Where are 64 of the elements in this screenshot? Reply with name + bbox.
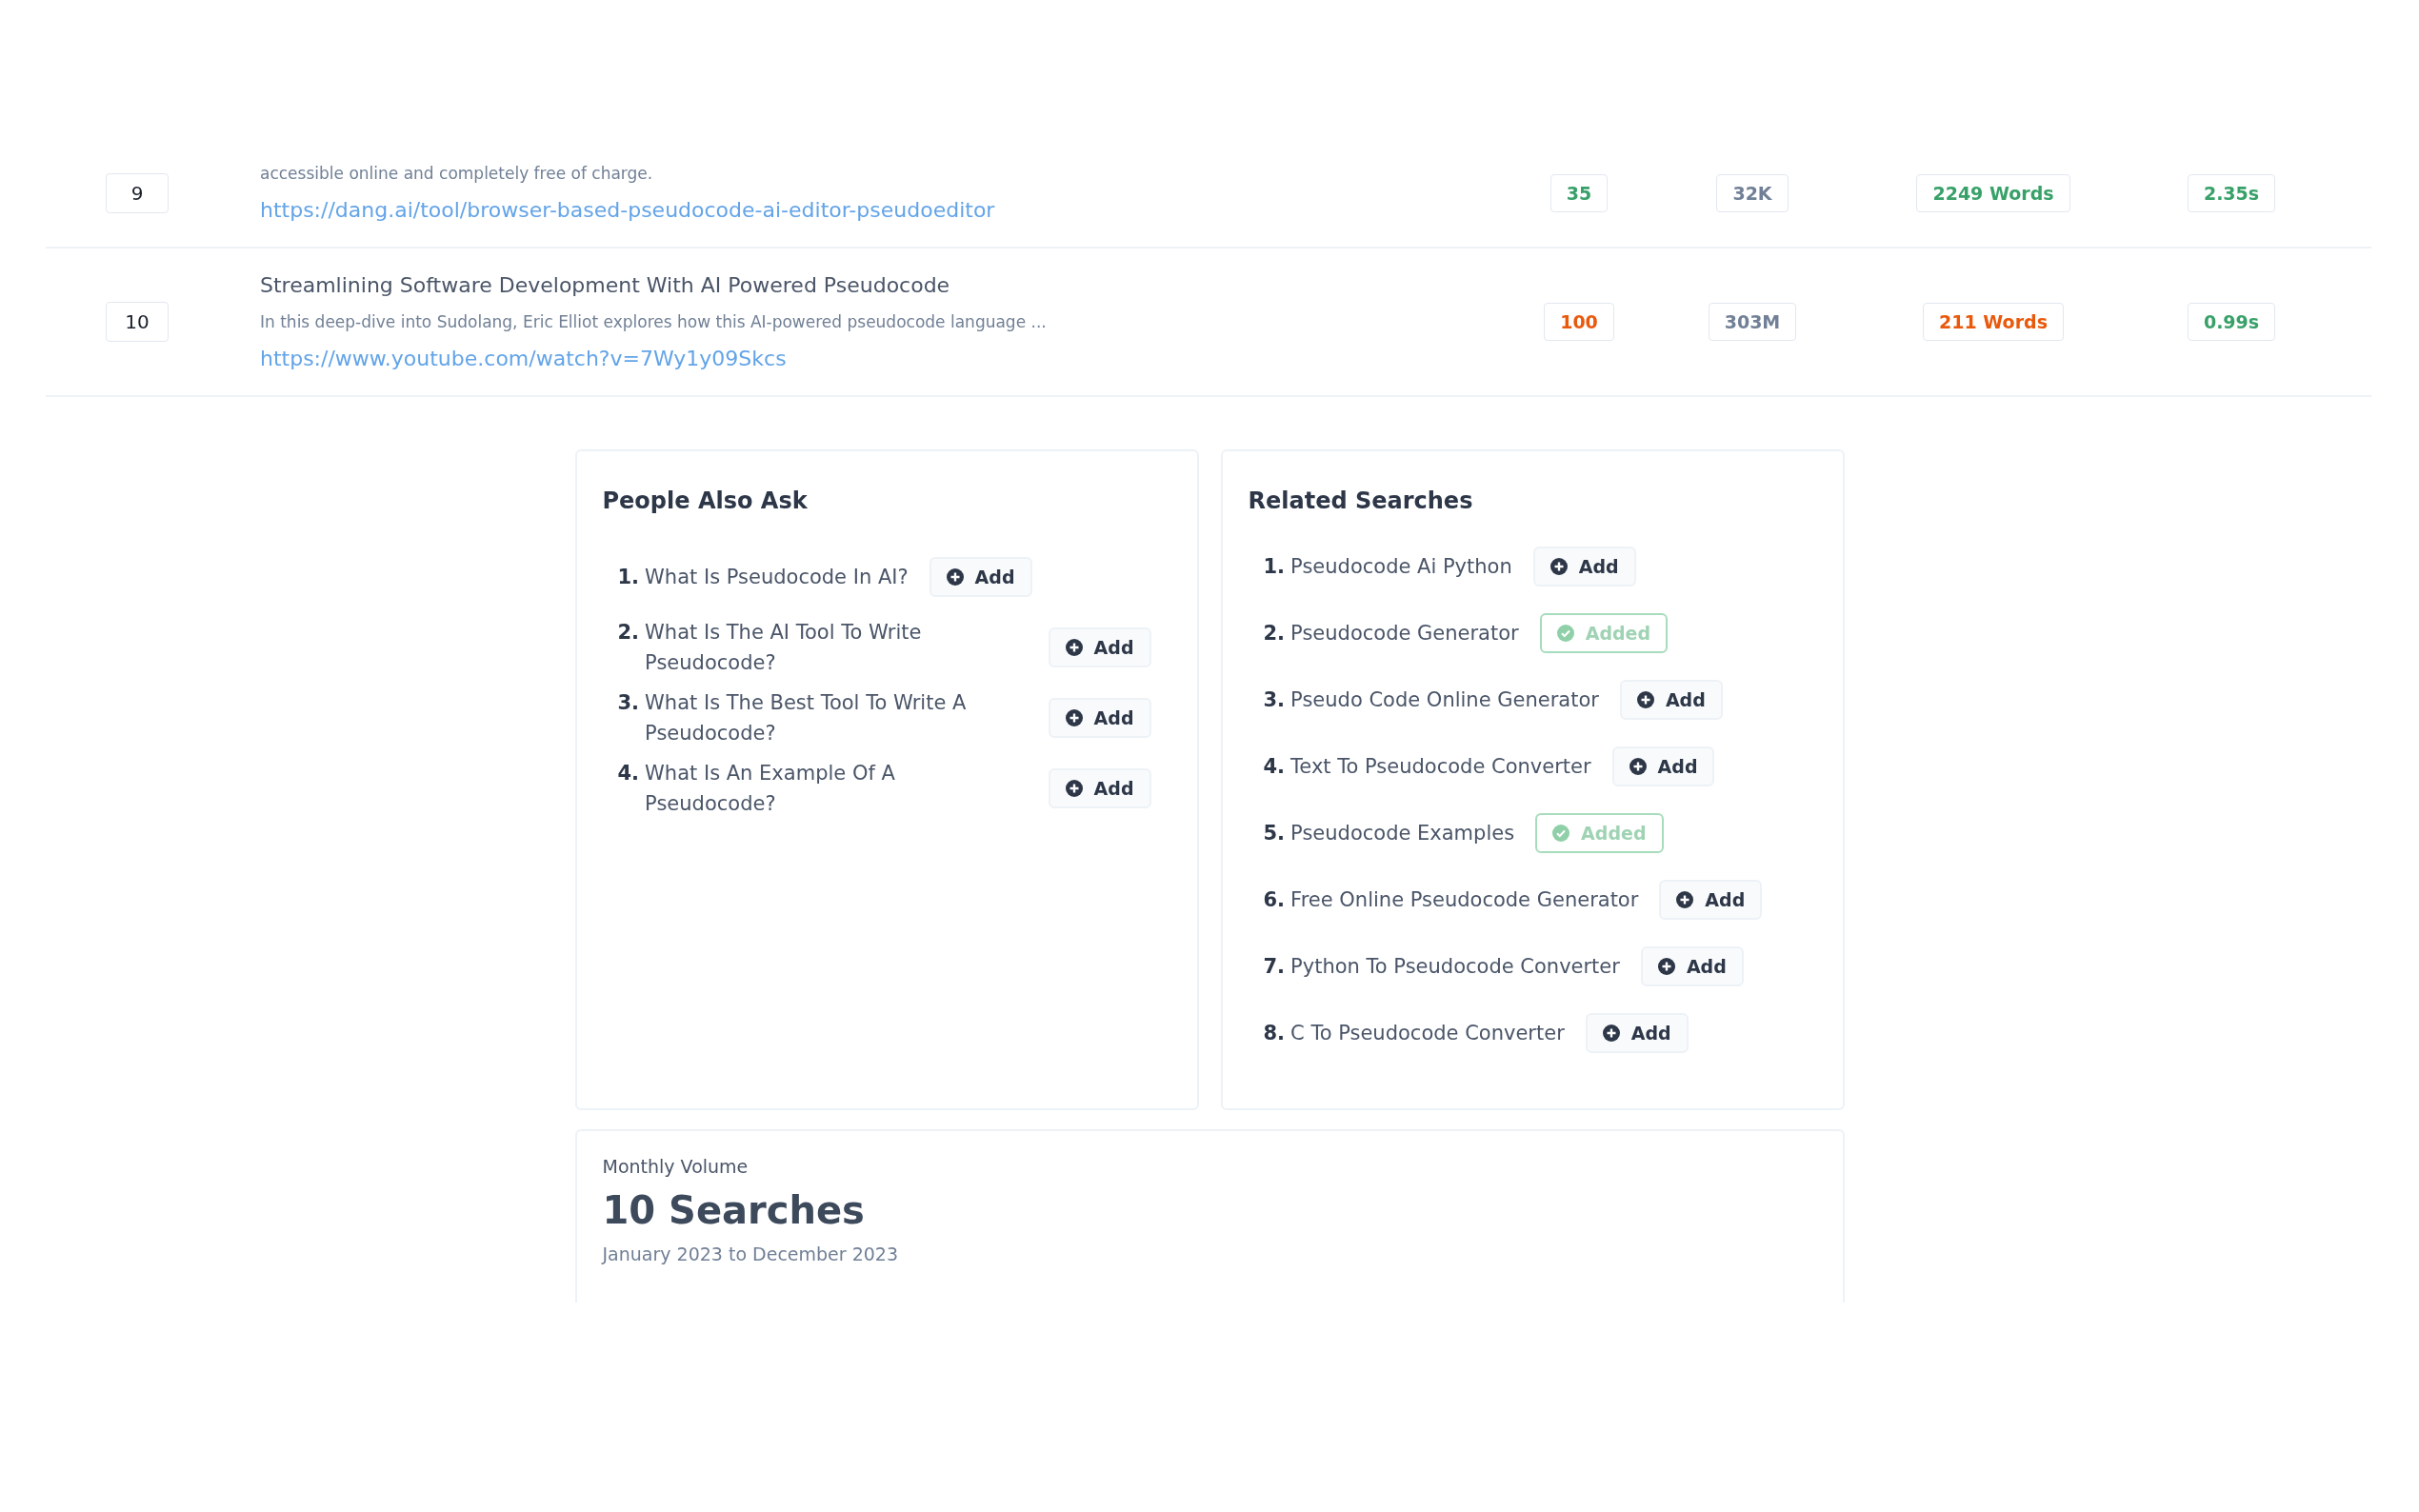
date-range: January 2023 to December 2023 [602,1243,899,1264]
item-number: 4. [617,761,640,786]
item-text: What Is The Best Tool To Write A Pseudocode? [645,690,968,746]
plus-circle-icon [1549,558,1568,575]
item-number: 2. [617,620,640,646]
item-text: Free Online Pseudocode Generator [1290,887,1639,913]
item-text: C To Pseudocode Converter [1290,1021,1565,1046]
item-text: Pseudo Code Online Generator [1290,687,1599,713]
result-description: In this deep-dive into Sudolang, Eric Elliot explores how this AI-powered pseudocode language ... [260,312,1048,331]
plus-circle-icon [946,568,964,586]
add-button[interactable]: Add [1611,746,1715,786]
item-text: What Is Pseudocode In AI? [645,565,909,590]
item-number: 1. [617,565,640,590]
item-number: 3. [617,690,640,716]
card-title: Related Searches [1248,487,1474,514]
item-number: 8. [1263,1021,1286,1046]
item-number: 2. [1263,621,1286,647]
item-text: Pseudocode Generator [1290,621,1519,647]
add-button[interactable]: Add [1659,880,1763,920]
add-button[interactable]: Add [1619,680,1723,720]
item-number: 1. [1263,554,1286,580]
item-number: 3. [1263,687,1286,713]
load-time-metric: 0.99s [2187,303,2276,341]
add-button[interactable]: Add [1585,1013,1689,1053]
check-circle-icon [1556,625,1574,642]
result-title: Streamlining Software Development With AI Powered Pseudocode [260,273,951,297]
word-count-metric: 211 Words [1923,303,2064,341]
add-button[interactable]: Add [1048,698,1151,738]
load-time-metric: 2.35s [2187,173,2276,212]
item-number: 6. [1263,887,1286,913]
item-number: 7. [1263,954,1286,980]
rank-number: 9 [106,172,169,213]
add-button[interactable]: Add [1048,768,1151,808]
add-button[interactable]: Add [1048,627,1151,667]
item-text: Text To Pseudocode Converter [1290,754,1591,780]
item-number: 5. [1263,821,1286,846]
check-circle-icon [1552,825,1570,842]
add-button[interactable]: Add [929,557,1032,597]
item-text: What Is An Example Of A Pseudocode? [645,761,896,817]
item-number: 4. [1263,754,1286,780]
plus-circle-icon [1629,758,1647,775]
add-button[interactable]: Add [1640,946,1744,986]
score-metric: 35 [1549,173,1609,212]
item-text: Pseudocode Ai Python [1290,554,1512,580]
plus-circle-icon [1065,639,1083,656]
plus-circle-icon [1602,1025,1620,1042]
plus-circle-icon [1636,691,1654,708]
volume-metric: 32K [1716,173,1789,212]
card-title: People Also Ask [602,487,809,514]
add-button[interactable]: Add [1532,547,1636,587]
volume-metric: 303M [1708,303,1797,341]
plus-circle-icon [1657,958,1675,975]
item-text: What Is The AI Tool To Write Pseudocode? [645,620,923,676]
item-text: Python To Pseudocode Converter [1290,954,1620,980]
rank-number: 10 [106,302,169,342]
plus-circle-icon [1065,709,1083,726]
plus-circle-icon [1065,780,1083,797]
result-description: accessible online and completely free of charge. [260,164,654,183]
plus-circle-icon [1676,891,1694,908]
word-count-metric: 2249 Words [1916,173,2070,212]
monthly-volume-value: 10 Searches [602,1188,866,1232]
monthly-volume-label: Monthly Volume [602,1156,750,1177]
score-metric: 100 [1544,303,1614,341]
item-text: Pseudocode Examples [1290,821,1515,846]
